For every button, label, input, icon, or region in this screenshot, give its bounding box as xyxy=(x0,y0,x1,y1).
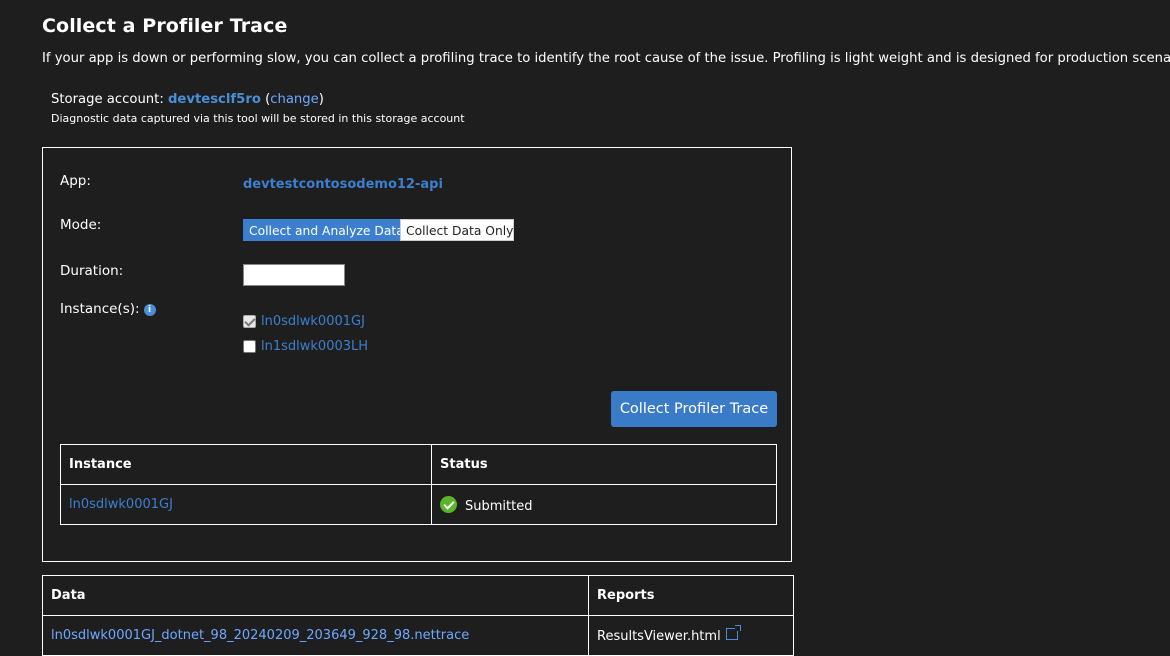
trace-file-link[interactable]: ln0sdlwk0001GJ_dotnet_98_20240209_203649… xyxy=(51,628,469,643)
app-label: App: xyxy=(60,173,91,189)
mode-collect-analyze-button[interactable]: Collect and Analyze Data xyxy=(243,219,404,241)
data-header: Data xyxy=(42,575,589,616)
instance-option[interactable]: ln0sdlwk0001GJ xyxy=(243,314,365,329)
data-table: Data Reports ln0sdlwk0001GJ_dotnet_98_20… xyxy=(42,575,794,656)
profiler-panel: App: devtestcontosodemo12-api Mode: Coll… xyxy=(42,147,792,562)
status-cell: Submitted xyxy=(431,484,777,525)
table-row: ln0sdlwk0001GJ Submitted xyxy=(60,484,777,525)
info-icon[interactable]: i xyxy=(143,304,156,316)
instance-cell: ln0sdlwk0001GJ xyxy=(60,484,432,525)
mode-collect-only-button[interactable]: Collect Data Only xyxy=(400,219,514,241)
instance-checkbox-checked[interactable] xyxy=(243,315,256,328)
instance-label[interactable]: ln0sdlwk0001GJ xyxy=(261,314,365,329)
duration-input[interactable] xyxy=(243,264,345,286)
instances-label-row: Instance(s): i xyxy=(60,301,156,317)
collect-profiler-trace-button[interactable]: Collect Profiler Trace xyxy=(611,391,777,427)
instance-link[interactable]: ln0sdlwk0001GJ xyxy=(69,497,173,512)
mode-label: Mode: xyxy=(60,217,102,233)
duration-label: Duration: xyxy=(60,263,124,279)
status-table: Instance Status ln0sdlwk0001GJ Submitted xyxy=(60,444,777,525)
storage-account-name: devtesclf5ro xyxy=(167,92,261,107)
reports-header: Reports xyxy=(588,575,794,616)
instance-checkbox[interactable] xyxy=(243,340,256,353)
close-paren: ) xyxy=(318,92,324,107)
change-storage-link[interactable]: change xyxy=(270,92,319,107)
table-header-row: Data Reports xyxy=(42,575,794,616)
data-cell: ln0sdlwk0001GJ_dotnet_98_20240209_203649… xyxy=(42,615,589,656)
storage-note: Diagnostic data captured via this tool w… xyxy=(51,112,465,125)
storage-account-line: Storage account: devtesclf5ro (change) xyxy=(51,92,324,107)
external-link-icon[interactable] xyxy=(725,624,741,640)
report-link[interactable]: ResultsViewer.html xyxy=(597,629,721,644)
status-text: Submitted xyxy=(465,498,533,514)
mode-toggle: Collect and Analyze Data Collect Data On… xyxy=(243,219,514,241)
check-circle-icon xyxy=(440,495,457,513)
table-header-row: Instance Status xyxy=(60,444,777,485)
instance-header: Instance xyxy=(60,444,432,485)
app-name: devtestcontosodemo12-api xyxy=(243,177,443,192)
table-row: ln0sdlwk0001GJ_dotnet_98_20240209_203649… xyxy=(42,615,794,656)
status-header: Status xyxy=(431,444,777,485)
report-cell: ResultsViewer.html xyxy=(588,615,794,656)
instances-label: Instance(s): xyxy=(60,301,140,317)
page-title: Collect a Profiler Trace xyxy=(42,15,288,37)
page-description: If your app is down or performing slow, … xyxy=(42,51,1170,66)
open-paren: ( xyxy=(260,92,271,107)
instance-option[interactable]: ln1sdlwk0003LH xyxy=(243,339,368,354)
instance-label[interactable]: ln1sdlwk0003LH xyxy=(261,339,368,354)
storage-label: Storage account: xyxy=(51,92,164,107)
